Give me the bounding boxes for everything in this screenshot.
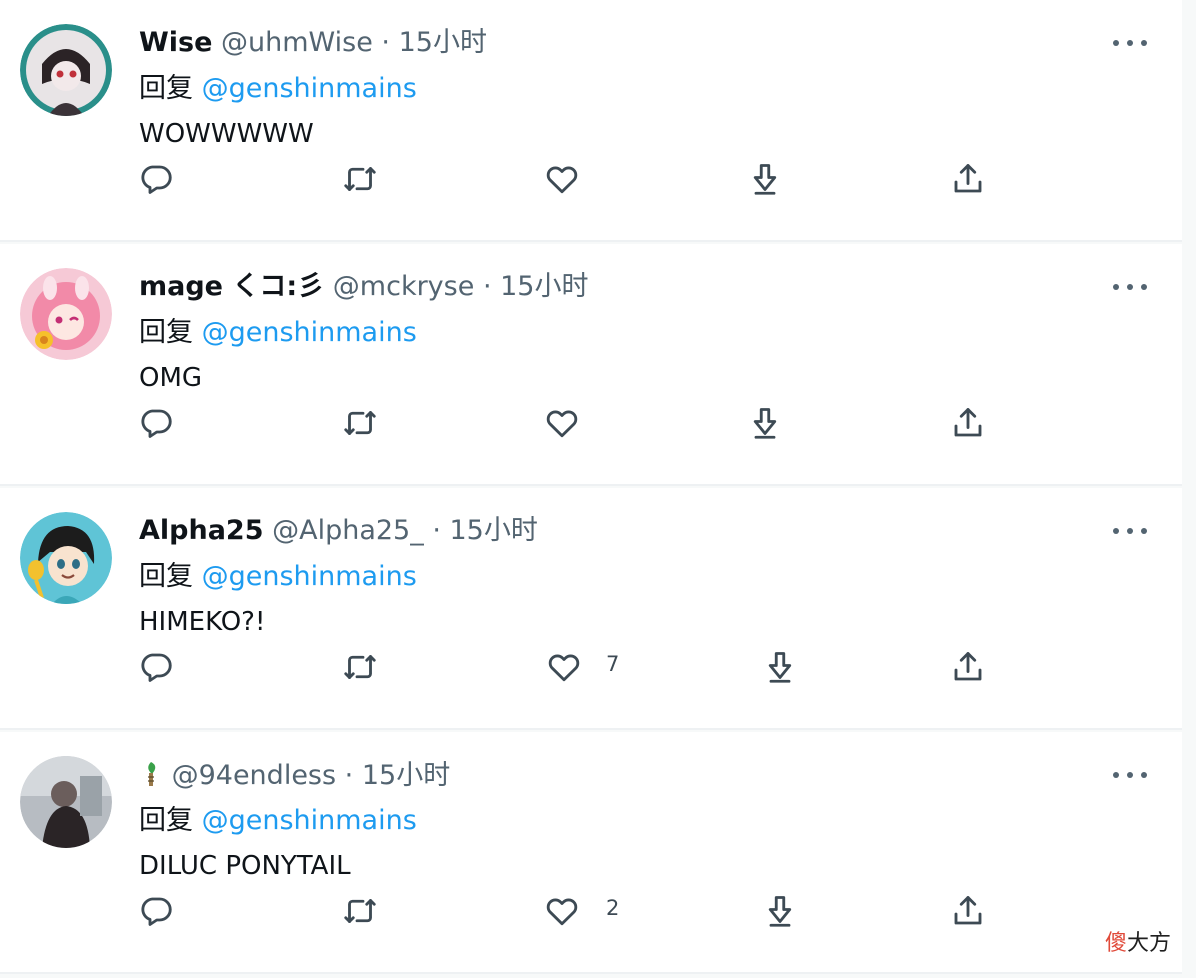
user-name[interactable]: Alpha25 — [139, 515, 264, 546]
like-button[interactable] — [542, 888, 582, 934]
share-icon — [954, 652, 982, 681]
retweet-icon — [344, 411, 376, 435]
tweet-card[interactable]: Wise @uhmWise · 15小时 回复 @genshinmains WO… — [0, 0, 1182, 242]
separator-dot: · — [482, 271, 492, 302]
watermark: 傻大方 — [1105, 925, 1171, 957]
retweet-icon — [344, 655, 376, 679]
tweet-header: mage くコ:彡 @mckryse · 15小时 — [139, 270, 588, 304]
tweet-text: WOWWWWW — [139, 119, 314, 149]
reply-label: 回复 — [139, 561, 193, 592]
reply-context: 回复 @genshinmains — [139, 804, 417, 838]
user-handle[interactable]: @94endless — [172, 760, 336, 791]
timestamp[interactable]: 15小时 — [399, 27, 487, 58]
download-button[interactable] — [760, 644, 800, 690]
tweet-header: Alpha25 @Alpha25_ · 15小时 — [139, 514, 538, 548]
action-bar — [0, 156, 1182, 206]
reply-context: 回复 @genshinmains — [139, 316, 417, 350]
tweet-text: OMG — [139, 363, 203, 393]
reply-icon — [141, 897, 172, 926]
watermark-part1: 傻 — [1105, 931, 1128, 956]
avatar[interactable] — [20, 512, 112, 604]
retweet-icon — [344, 167, 376, 191]
tweet-header: @94endless · 15小时 — [139, 758, 450, 793]
more-icon[interactable] — [1113, 760, 1147, 790]
avatar[interactable] — [20, 268, 112, 360]
like-button[interactable] — [544, 644, 584, 690]
tweet-card[interactable]: Alpha25 @Alpha25_ · 15小时 回复 @genshinmain… — [0, 488, 1182, 730]
like-icon — [548, 654, 580, 682]
like-icon — [546, 898, 578, 926]
action-bar — [0, 400, 1182, 450]
timestamp[interactable]: 15小时 — [450, 515, 538, 546]
sprout-emoji-icon — [139, 758, 163, 788]
share-icon — [954, 408, 982, 437]
share-icon — [954, 896, 982, 925]
tweet-card[interactable]: @94endless · 15小时 回复 @genshinmains DILUC… — [0, 732, 1182, 974]
tweet-text: HIMEKO?! — [139, 607, 266, 637]
separator-dot: · — [432, 515, 441, 546]
like-button[interactable] — [542, 400, 582, 446]
like-icon — [546, 410, 578, 438]
timestamp[interactable]: 15小时 — [500, 271, 588, 302]
user-name[interactable]: mage くコ:彡 — [139, 271, 324, 302]
share-button[interactable] — [948, 888, 988, 934]
user-name[interactable]: Wise — [139, 27, 212, 58]
download-icon — [768, 896, 792, 927]
retweet-button[interactable] — [340, 888, 380, 934]
like-button[interactable] — [542, 156, 582, 202]
separator-dot: · — [381, 27, 391, 58]
reply-label: 回复 — [139, 805, 193, 836]
separator-dot: · — [344, 760, 354, 791]
retweet-button[interactable] — [340, 644, 380, 690]
action-bar: 2 — [0, 888, 1182, 938]
mention-link[interactable]: @genshinmains — [202, 805, 417, 836]
share-button[interactable] — [948, 644, 988, 690]
download-icon — [768, 652, 792, 683]
tweet-header: Wise @uhmWise · 15小时 — [139, 26, 487, 60]
watermark-part2: 大方 — [1127, 931, 1172, 956]
reply-button[interactable] — [136, 888, 176, 934]
user-handle[interactable]: @uhmWise — [221, 27, 373, 58]
retweet-button[interactable] — [340, 400, 380, 446]
retweet-button[interactable] — [340, 156, 380, 202]
reply-button[interactable] — [136, 644, 176, 690]
mention-link[interactable]: @genshinmains — [202, 317, 417, 348]
tweet-text: DILUC PONYTAIL — [139, 851, 351, 881]
avatar[interactable] — [20, 24, 112, 116]
download-button[interactable] — [760, 888, 800, 934]
download-icon — [753, 408, 777, 439]
reply-label: 回复 — [139, 73, 193, 104]
reply-icon — [141, 409, 172, 438]
reply-icon — [141, 165, 172, 194]
tweet-card[interactable]: mage くコ:彡 @mckryse · 15小时 回复 @genshinmai… — [0, 244, 1182, 486]
mention-link[interactable]: @genshinmains — [202, 561, 417, 592]
reply-label: 回复 — [139, 317, 193, 348]
timestamp[interactable]: 15小时 — [362, 760, 450, 791]
more-icon[interactable] — [1113, 272, 1147, 302]
action-bar: 7 — [0, 644, 1182, 694]
avatar[interactable] — [20, 756, 112, 848]
mention-link[interactable]: @genshinmains — [202, 73, 417, 104]
download-button[interactable] — [745, 156, 785, 202]
download-icon — [753, 164, 777, 195]
share-button[interactable] — [948, 156, 988, 202]
download-button[interactable] — [745, 400, 785, 446]
reply-context: 回复 @genshinmains — [139, 560, 417, 594]
user-handle[interactable]: @Alpha25_ — [272, 515, 424, 546]
more-icon[interactable] — [1113, 28, 1147, 58]
like-count: 2 — [606, 896, 620, 920]
reply-button[interactable] — [136, 400, 176, 446]
reply-icon — [141, 653, 172, 682]
reply-context: 回复 @genshinmains — [139, 72, 417, 106]
share-button[interactable] — [948, 400, 988, 446]
user-handle[interactable]: @mckryse — [333, 271, 475, 302]
more-icon[interactable] — [1113, 516, 1147, 546]
like-count: 7 — [606, 652, 620, 676]
like-icon — [546, 166, 578, 194]
retweet-icon — [344, 899, 376, 923]
share-icon — [954, 164, 982, 193]
reply-button[interactable] — [136, 156, 176, 202]
